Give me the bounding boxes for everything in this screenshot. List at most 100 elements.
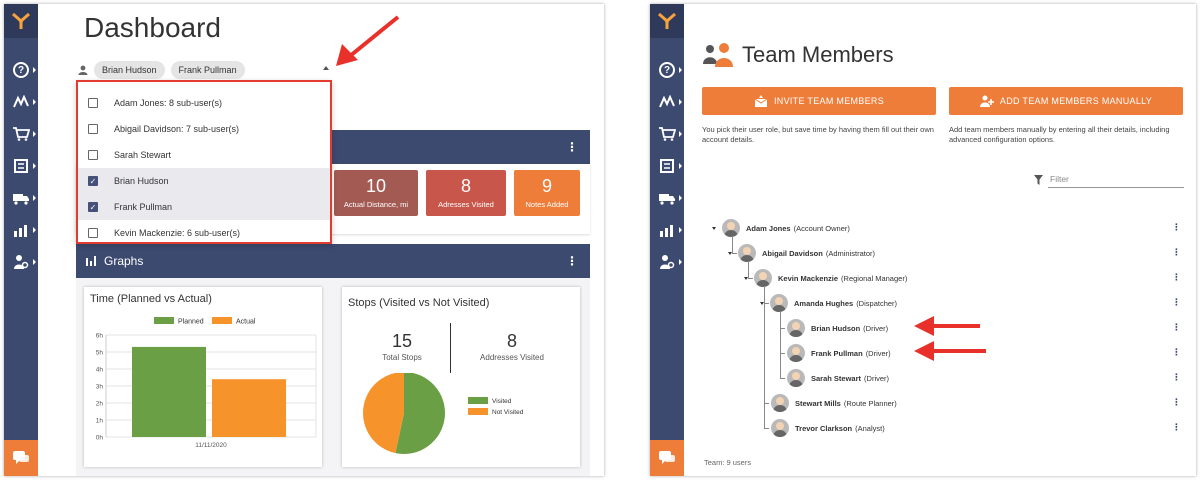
stat-notes-added: 9 Notes Added — [514, 170, 580, 216]
user-filter[interactable]: Brian Hudson Frank Pullman — [78, 60, 245, 80]
kebab-menu-icon[interactable]: ⋮ — [566, 254, 578, 268]
app-logo[interactable] — [4, 4, 38, 38]
dropdown-option[interactable]: Sarah Stewart — [78, 142, 330, 168]
x-tick-label: 11/11/2020 — [195, 442, 227, 449]
team-member-row[interactable]: Kevin Mackenzie (Regional Manager) — [744, 268, 907, 288]
team-members-icon — [703, 43, 733, 67]
y-tick-label: 0h — [96, 435, 104, 442]
member-menu-icon[interactable]: ⋮ — [1172, 347, 1181, 358]
user-chip[interactable]: Frank Pullman — [170, 61, 245, 79]
stat-distance: 10 Actual Distance, mi — [334, 170, 418, 216]
graphs-title: Graphs — [104, 254, 144, 268]
avatar — [771, 394, 789, 412]
legend-swatch — [154, 317, 174, 324]
envelope-icon — [754, 95, 768, 107]
avatar — [754, 269, 772, 287]
team-settings-icon[interactable] — [4, 250, 38, 274]
collapse-toggle-icon[interactable] — [712, 226, 716, 230]
user-dropdown[interactable]: Adam Jones: 8 sub-user(s) Abigail Davids… — [76, 80, 332, 244]
analytics-icon[interactable] — [650, 218, 684, 242]
help-icon[interactable]: ? — [650, 58, 684, 82]
dropdown-option[interactable]: ✓ Brian Hudson — [78, 168, 330, 194]
team-member-row[interactable]: Trevor Clarkson (Analyst) — [760, 418, 885, 438]
fleet-truck-icon[interactable] — [4, 186, 38, 210]
member-menu-icon[interactable]: ⋮ — [1172, 397, 1181, 408]
team-members-panel: ? Team Members INVITE TEAM MEMBERS ADD T… — [650, 4, 1196, 476]
bar-planned — [132, 346, 206, 437]
dropdown-option[interactable]: ✓ Frank Pullman — [78, 194, 330, 220]
legend-label: Planned — [178, 319, 204, 326]
member-menu-icon[interactable]: ⋮ — [1172, 297, 1181, 308]
graphs-card-header: Graphs ⋮ — [76, 244, 590, 278]
tree-connector — [780, 378, 785, 379]
checkbox[interactable] — [88, 98, 98, 108]
kebab-menu-icon[interactable]: ⋮ — [566, 140, 578, 154]
team-member-row[interactable]: Sarah Stewart (Driver) — [776, 368, 889, 388]
legend-swatch — [468, 397, 488, 404]
team-member-row[interactable]: Amanda Hughes (Dispatcher) — [760, 293, 897, 313]
annotation-arrow — [336, 15, 400, 66]
bar-chart-icon — [86, 256, 96, 266]
chat-icon[interactable] — [650, 440, 684, 476]
legend-label: Actual — [236, 319, 256, 326]
inventory-icon[interactable] — [4, 154, 38, 178]
tree-connector — [748, 261, 749, 278]
routes-icon[interactable] — [4, 90, 38, 114]
team-member-row[interactable]: Adam Jones (Account Owner) — [712, 218, 850, 238]
visited-value: 8 — [506, 331, 517, 351]
team-member-row[interactable]: Brian Hudson (Driver) — [776, 318, 888, 338]
filter-input[interactable]: Filter — [1048, 172, 1184, 188]
sidebar: ? — [650, 4, 684, 476]
tree-connector — [732, 236, 733, 253]
avatar — [787, 319, 805, 337]
team-member-row[interactable]: Frank Pullman (Driver) — [776, 343, 891, 363]
help-icon[interactable]: ? — [4, 58, 38, 82]
annotation-arrow — [914, 316, 986, 361]
orders-cart-icon[interactable] — [4, 122, 38, 146]
checkbox[interactable] — [88, 124, 98, 134]
stops-card: Stops (Visited vs Not Visited) 15 Total … — [342, 287, 580, 467]
checkbox-checked[interactable]: ✓ — [88, 176, 98, 186]
stops-pie-chart: Visited Not Visited — [363, 373, 524, 454]
y-tick-label: 2h — [96, 401, 104, 408]
filter[interactable]: Filter — [1034, 172, 1184, 188]
orders-cart-icon[interactable] — [650, 122, 684, 146]
total-stops-value: 15 — [391, 331, 413, 351]
y-tick-label: 5h — [96, 350, 104, 357]
member-menu-icon[interactable]: ⋮ — [1172, 222, 1181, 233]
dropdown-option[interactable]: Abigail Davidson: 7 sub-user(s) — [78, 116, 330, 142]
tree-connector — [748, 278, 753, 279]
dropdown-option[interactable]: Kevin Mackenzie: 6 sub-user(s) — [78, 220, 330, 246]
y-tick-label: 4h — [96, 367, 104, 374]
tree-connector — [732, 253, 737, 254]
filter-icon — [1034, 175, 1043, 185]
team-member-row[interactable]: Stewart Mills (Route Planner) — [760, 393, 897, 413]
member-menu-icon[interactable]: ⋮ — [1172, 272, 1181, 283]
checkbox-checked[interactable]: ✓ — [88, 202, 98, 212]
analytics-icon[interactable] — [4, 218, 38, 242]
add-description: Add team members manually by entering al… — [949, 125, 1170, 144]
team-member-row[interactable]: Abigail Davidson (Administrator) — [728, 243, 875, 263]
user-chip[interactable]: Brian Hudson — [94, 61, 165, 79]
inventory-icon[interactable] — [650, 154, 684, 178]
member-menu-icon[interactable]: ⋮ — [1172, 372, 1181, 383]
routes-icon[interactable] — [650, 90, 684, 114]
fleet-truck-icon[interactable] — [650, 186, 684, 210]
app-logo[interactable] — [650, 4, 684, 38]
member-menu-icon[interactable]: ⋮ — [1172, 322, 1181, 333]
member-menu-icon[interactable]: ⋮ — [1172, 247, 1181, 258]
avatar — [738, 244, 756, 262]
avatar — [771, 419, 789, 437]
checkbox[interactable] — [88, 150, 98, 160]
y-tick-label: 3h — [96, 384, 104, 391]
member-menu-icon[interactable]: ⋮ — [1172, 422, 1181, 433]
invite-team-members-button[interactable]: INVITE TEAM MEMBERS — [702, 87, 936, 115]
dropdown-option[interactable]: Adam Jones: 8 sub-user(s) — [78, 90, 330, 116]
stops-title: Stops (Visited vs Not Visited) — [348, 297, 490, 309]
chat-icon[interactable] — [4, 440, 38, 476]
add-team-members-button[interactable]: ADD TEAM MEMBERS MANUALLY — [949, 87, 1183, 115]
team-settings-icon[interactable] — [650, 250, 684, 274]
checkbox[interactable] — [88, 228, 98, 238]
legend-label: Visited — [492, 398, 512, 405]
dashboard-panel: ? Dashboard Brian Hudson Frank Pullman A… — [4, 4, 604, 476]
